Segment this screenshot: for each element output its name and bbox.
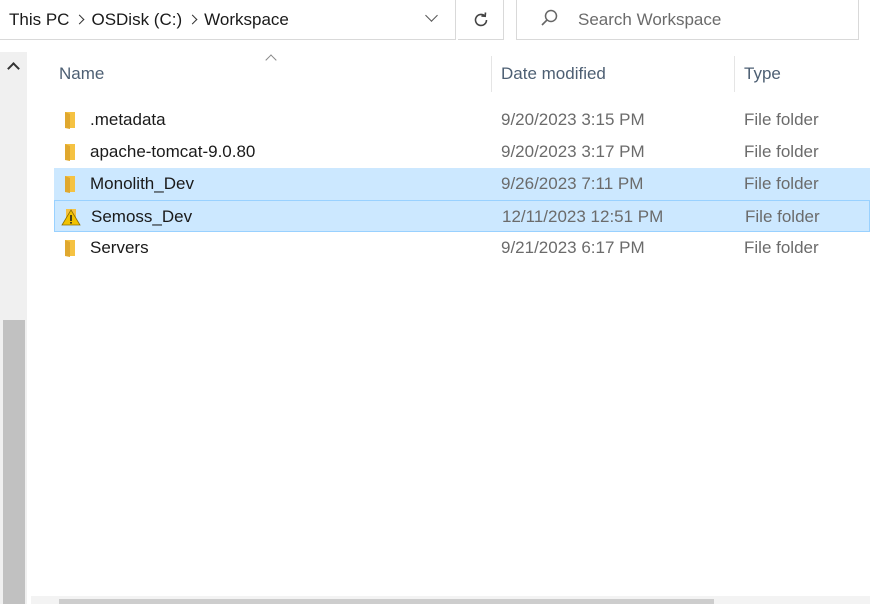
folder-warning-icon <box>61 209 81 226</box>
refresh-button[interactable] <box>458 0 504 40</box>
breadcrumb-this-pc[interactable]: This PC <box>9 10 69 30</box>
column-header-type[interactable]: Type <box>744 64 781 84</box>
folder-icon <box>65 240 75 257</box>
horizontal-scrollbar[interactable] <box>31 596 870 604</box>
file-name: .metadata <box>90 110 166 129</box>
search-input[interactable]: Search Workspace <box>578 10 721 30</box>
file-date-modified: 9/21/2023 6:17 PM <box>501 238 645 257</box>
breadcrumb-osdisk[interactable]: OSDisk (C:) <box>91 10 182 30</box>
file-row[interactable]: apache-tomcat-9.0.80 9/20/2023 3:17 PM F… <box>54 136 870 168</box>
file-name: apache-tomcat-9.0.80 <box>90 142 256 161</box>
file-type: File folder <box>745 207 820 226</box>
column-divider[interactable] <box>734 56 735 92</box>
column-divider[interactable] <box>491 56 492 92</box>
column-headers: Name Date modified Type <box>31 52 870 94</box>
column-header-name[interactable]: Name <box>59 64 104 84</box>
file-date-modified: 9/26/2023 7:11 PM <box>501 174 644 193</box>
chevron-right-icon[interactable] <box>69 13 91 27</box>
folder-icon <box>65 112 75 129</box>
file-type: File folder <box>744 238 819 257</box>
file-type: File folder <box>744 110 819 129</box>
file-name: Semoss_Dev <box>91 207 193 226</box>
file-type: File folder <box>744 142 819 161</box>
file-row[interactable]: .metadata 9/20/2023 3:15 PM File folder <box>54 104 870 136</box>
chevron-right-icon[interactable] <box>182 13 204 27</box>
breadcrumb-workspace[interactable]: Workspace <box>204 10 289 30</box>
address-history-dropdown-button[interactable] <box>411 0 455 40</box>
file-type: File folder <box>744 174 819 193</box>
file-name: Servers <box>90 238 149 257</box>
address-bar[interactable]: This PC OSDisk (C:) Workspace <box>0 0 456 40</box>
search-icon <box>541 9 558 26</box>
file-row[interactable]: Semoss_Dev 12/11/2023 12:51 PM File fold… <box>54 200 870 232</box>
file-date-modified: 9/20/2023 3:17 PM <box>501 142 645 161</box>
scrollbar-thumb[interactable] <box>3 320 25 604</box>
file-date-modified: 12/11/2023 12:51 PM <box>502 207 664 226</box>
file-list: .metadata 9/20/2023 3:15 PM File folder … <box>54 104 870 264</box>
file-row[interactable]: Monolith_Dev 9/26/2023 7:11 PM File fold… <box>54 168 870 200</box>
navigation-bar: This PC OSDisk (C:) Workspace Search Wor… <box>0 0 870 42</box>
horizontal-scrollbar-thumb[interactable] <box>59 599 714 604</box>
file-row[interactable]: Servers 9/21/2023 6:17 PM File folder <box>54 232 870 264</box>
scroll-up-icon[interactable] <box>7 62 20 75</box>
folder-icon <box>65 176 75 193</box>
file-date-modified: 9/20/2023 3:15 PM <box>501 110 645 129</box>
breadcrumb: This PC OSDisk (C:) Workspace <box>0 0 289 39</box>
refresh-icon <box>474 11 487 26</box>
sort-ascending-icon <box>265 52 275 62</box>
search-box[interactable]: Search Workspace <box>516 0 859 40</box>
navigation-pane-scrollbar[interactable] <box>0 52 27 604</box>
folder-icon <box>65 144 75 161</box>
file-name: Monolith_Dev <box>90 174 194 193</box>
column-header-date-modified[interactable]: Date modified <box>501 64 606 84</box>
